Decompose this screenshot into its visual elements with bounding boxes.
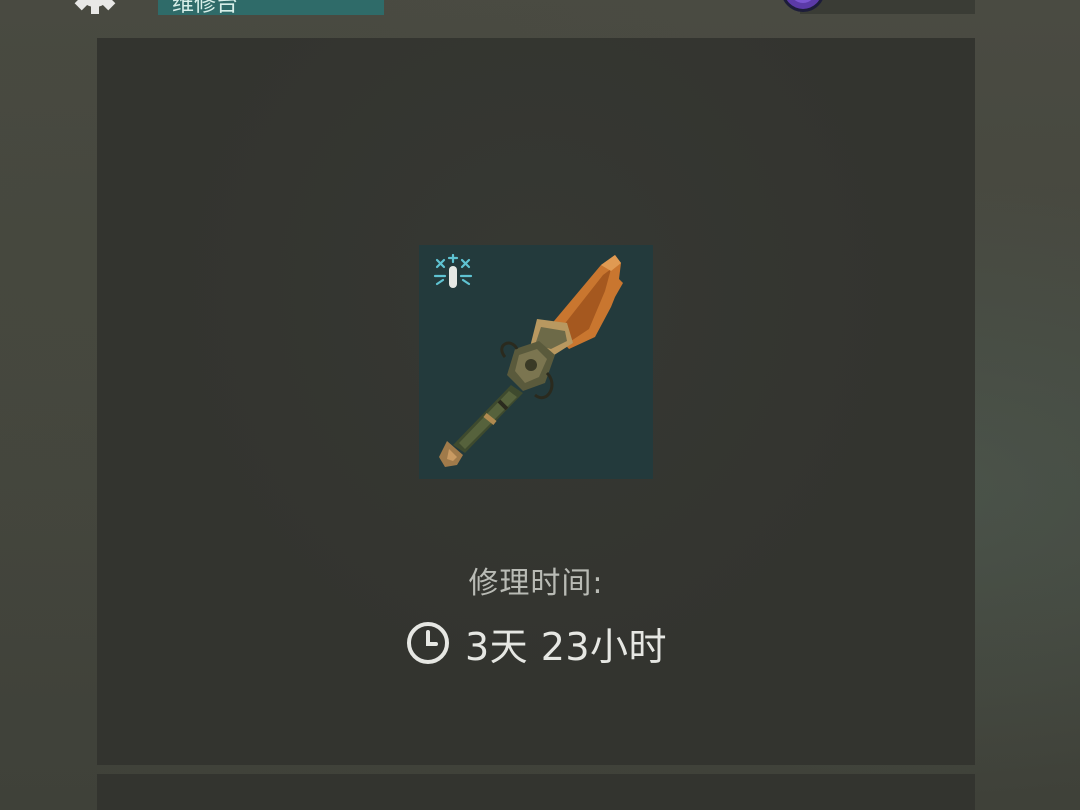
repair-time-value: 3天 23小时 xyxy=(464,624,668,669)
top-bar: 维修台 xyxy=(0,0,1080,34)
clock-icon xyxy=(406,622,449,664)
tab-label: 维修台 xyxy=(172,0,239,15)
repair-time-label: 修理时间: xyxy=(468,566,604,601)
next-panel xyxy=(97,774,975,810)
gear-icon[interactable] xyxy=(64,0,126,18)
repair-time-row: 3天 23小时 xyxy=(97,618,975,669)
tab-workbench[interactable]: 维修台 xyxy=(158,0,384,15)
repair-panel: 修理时间: 3天 23小时 xyxy=(97,38,975,765)
gem-icon[interactable] xyxy=(778,0,828,14)
item-slot[interactable] xyxy=(419,245,653,479)
cold-snowflake-icon xyxy=(433,254,473,288)
